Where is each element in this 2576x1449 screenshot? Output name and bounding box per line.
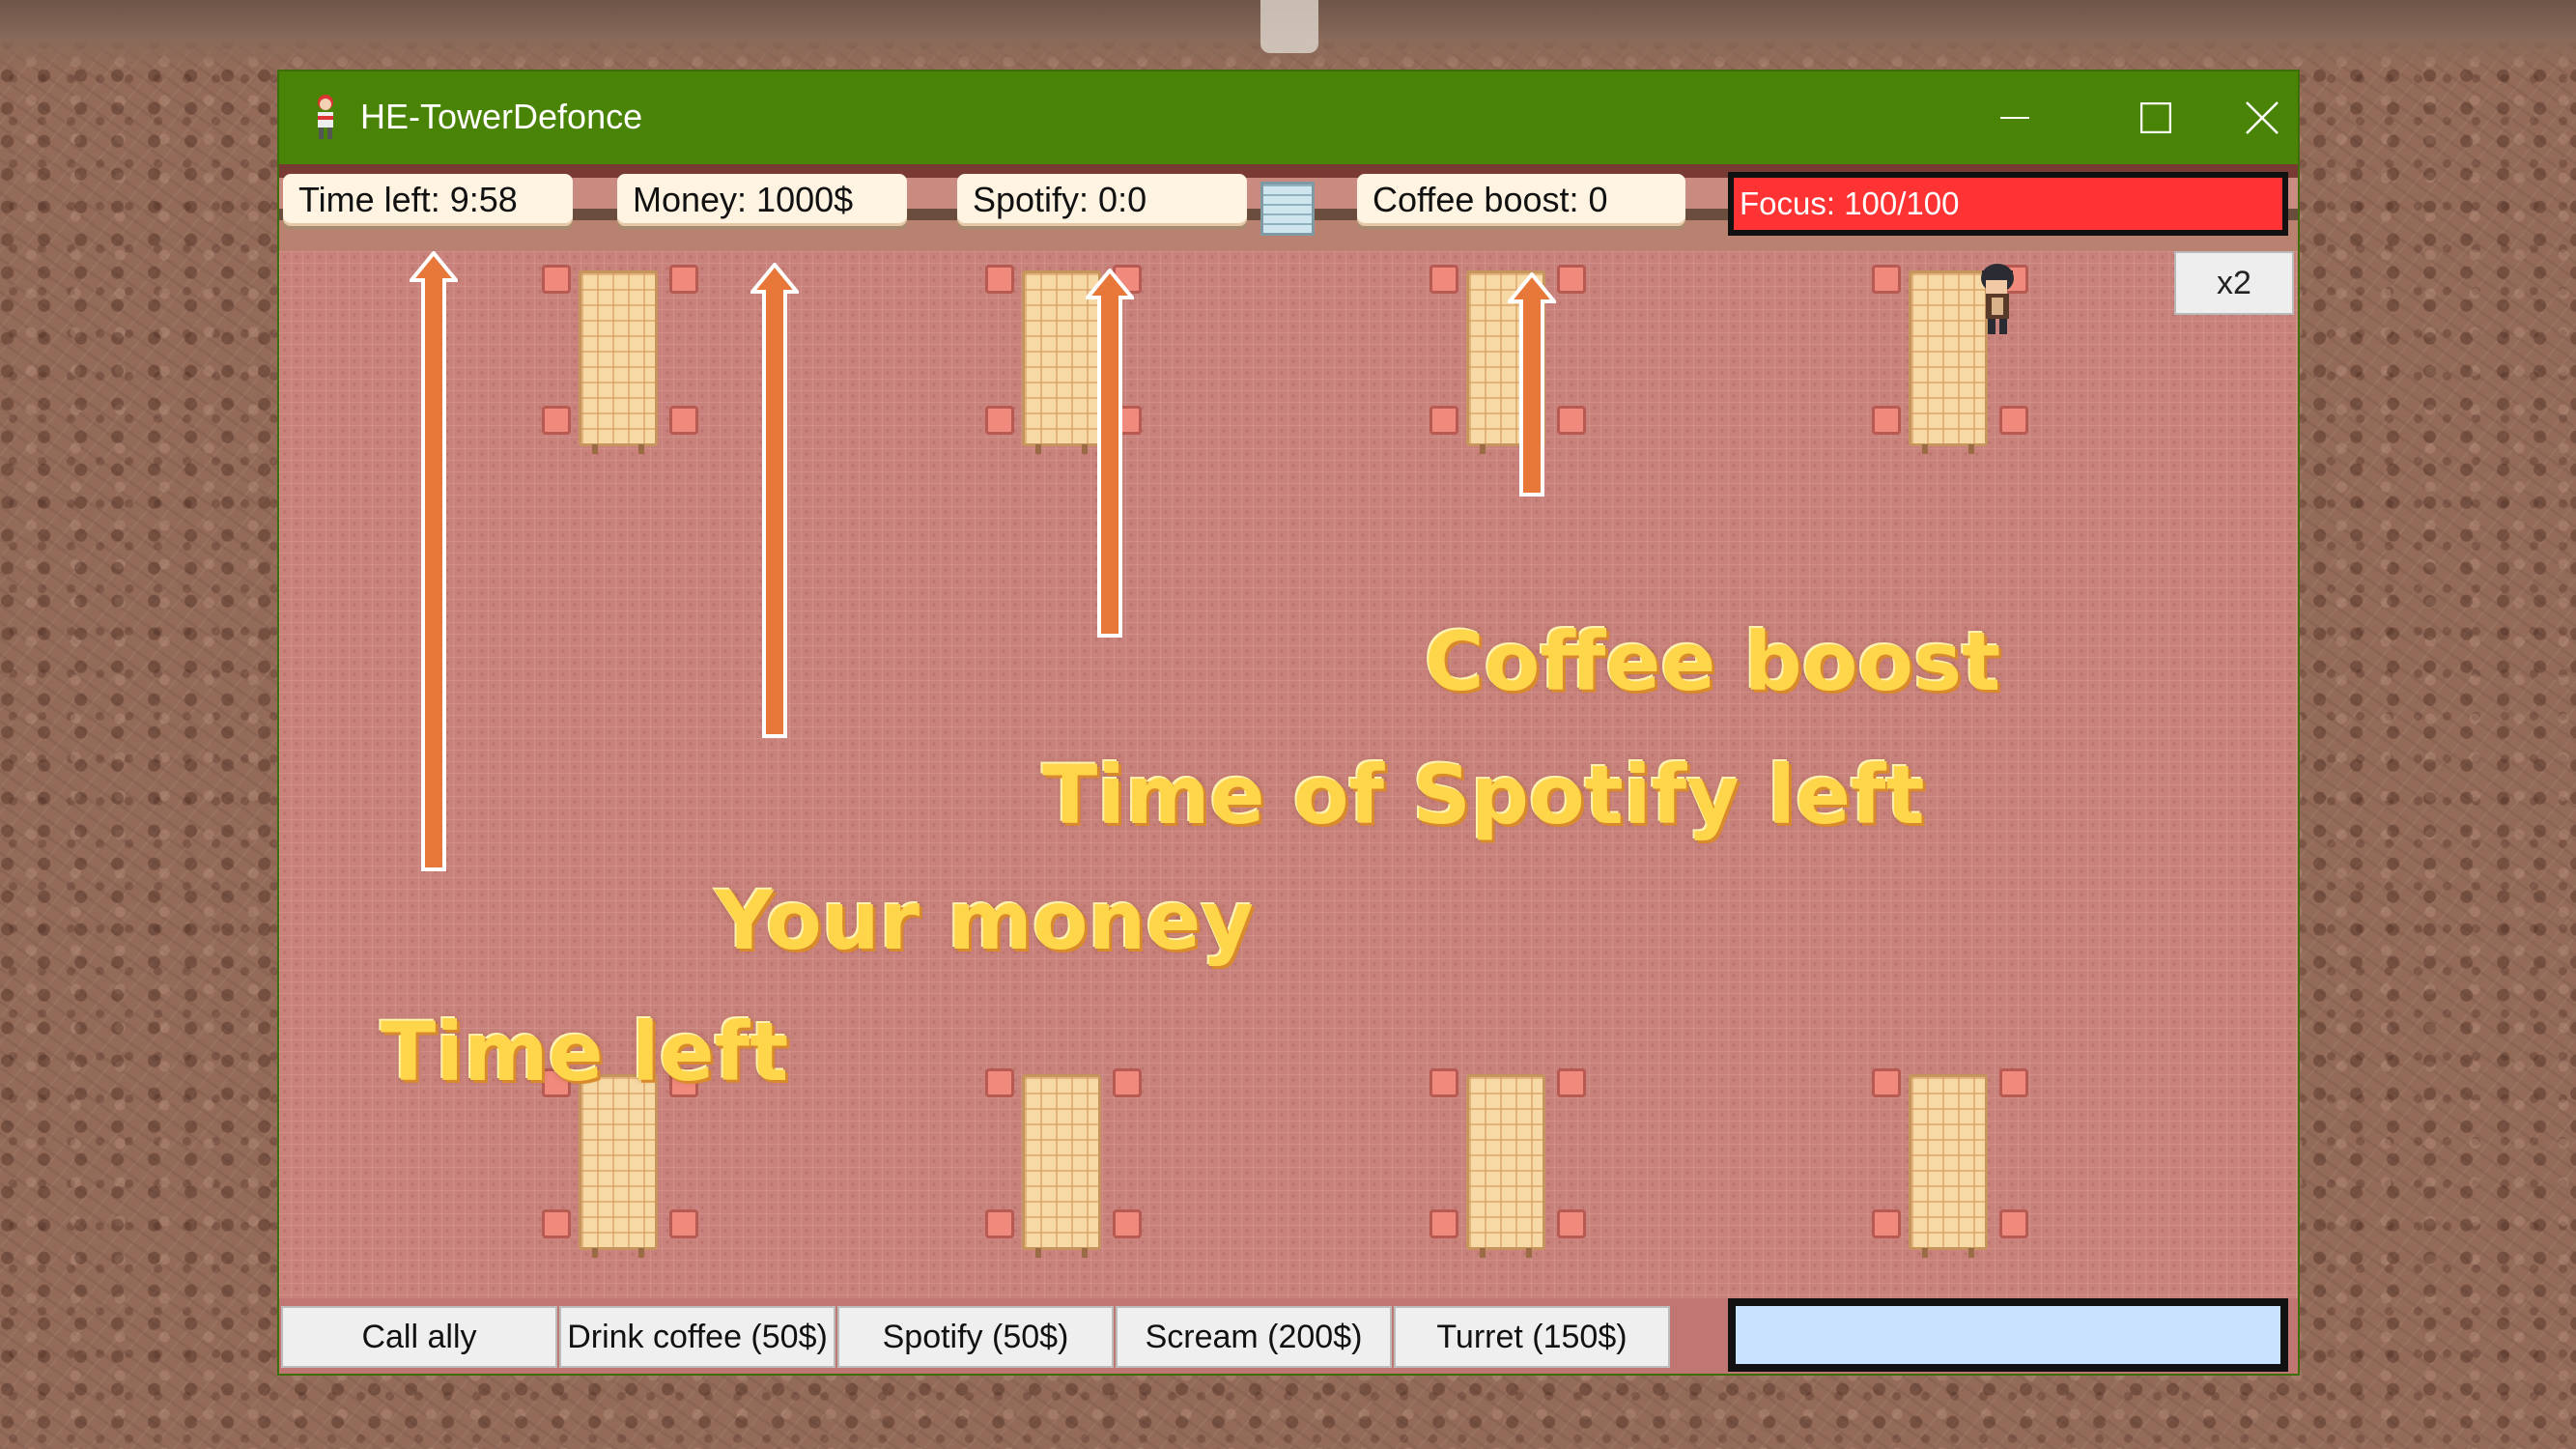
- chair: [542, 406, 571, 435]
- chair: [1557, 1209, 1586, 1238]
- chair: [1430, 406, 1458, 435]
- chair: [1872, 406, 1901, 435]
- table-leg: [1480, 1248, 1486, 1258]
- table-top: [1022, 1074, 1101, 1250]
- table-leg: [1035, 444, 1041, 454]
- spotify-arrow: [1086, 269, 1134, 638]
- chair: [1557, 406, 1586, 435]
- player-character-icon[interactable]: [1974, 263, 2021, 338]
- chair: [542, 265, 571, 294]
- chair: [1557, 265, 1586, 294]
- chair: [1557, 1068, 1586, 1097]
- table-leg: [592, 1248, 598, 1258]
- table-leg: [1480, 444, 1486, 454]
- turret-button[interactable]: Turret (150$): [1394, 1306, 1670, 1368]
- chair: [669, 265, 698, 294]
- title-bar[interactable]: HE-TowerDefonce: [279, 71, 2298, 164]
- game-app-icon: [318, 95, 333, 139]
- window-title: HE-TowerDefonce: [360, 97, 643, 136]
- maximize-button[interactable]: [2085, 71, 2226, 164]
- table: [1426, 1065, 1590, 1258]
- focus-value: 100/100: [1844, 185, 1960, 221]
- table-top: [1909, 1074, 1988, 1250]
- table-top: [579, 270, 658, 446]
- game-floor[interactable]: Coffee boost Time of Spotify left Your m…: [279, 251, 2298, 1298]
- chair: [1999, 406, 2028, 435]
- chair: [985, 1209, 1014, 1238]
- focus-label: Focus:: [1740, 185, 1845, 221]
- money-arrow: [750, 263, 799, 738]
- command-input[interactable]: [1728, 1298, 2288, 1372]
- coffee-boost-arrow: [1508, 272, 1556, 497]
- table-leg: [592, 444, 598, 454]
- chair: [1430, 1209, 1458, 1238]
- chair: [1999, 1209, 2028, 1238]
- table-leg: [1968, 444, 1974, 454]
- maximize-icon: [2140, 102, 2171, 133]
- minimize-button[interactable]: [1944, 71, 2085, 164]
- chair: [669, 1209, 698, 1238]
- table-top: [1466, 1074, 1545, 1250]
- table-leg: [638, 1248, 644, 1258]
- focus-bar-fill: Focus: 100/100: [1734, 178, 2282, 230]
- game-window: HE-TowerDefonce Time left: 9:58 Money: 1…: [279, 71, 2298, 1374]
- table-leg: [1526, 1248, 1532, 1258]
- table: [981, 1065, 1146, 1258]
- coffee-boost-display: Coffee boost: 0: [1357, 174, 1685, 226]
- chair: [1430, 1068, 1458, 1097]
- chair: [985, 265, 1014, 294]
- chair: [669, 406, 698, 435]
- chair: [1999, 1068, 2028, 1097]
- action-bar: Call ally Drink coffee (50$) Spotify (50…: [279, 1298, 2298, 1374]
- time-left-annotation: Time left: [381, 1005, 789, 1099]
- chair: [985, 1068, 1014, 1097]
- table: [538, 261, 702, 454]
- table-top: [579, 1074, 658, 1250]
- chair: [1872, 1209, 1901, 1238]
- focus-bar: Focus: 100/100: [1728, 172, 2288, 236]
- minimize-icon: [2000, 117, 2029, 119]
- wall-window: [1260, 182, 1315, 236]
- chair: [1430, 265, 1458, 294]
- table-leg: [1922, 444, 1928, 454]
- table: [1868, 1065, 2032, 1258]
- chair: [542, 1209, 571, 1238]
- chair: [1113, 1068, 1142, 1097]
- chair: [985, 406, 1014, 435]
- close-button[interactable]: [2226, 71, 2298, 164]
- chair: [1872, 1068, 1901, 1097]
- table-leg: [1082, 1248, 1088, 1258]
- chair: [1113, 1209, 1142, 1238]
- drink-coffee-button[interactable]: Drink coffee (50$): [559, 1306, 835, 1368]
- table-leg: [1922, 1248, 1928, 1258]
- coffee-boost-annotation: Coffee boost: [1425, 614, 2001, 709]
- background-knob: [1260, 0, 1318, 53]
- table-leg: [1035, 1248, 1041, 1258]
- spotify-button[interactable]: Spotify (50$): [837, 1306, 1114, 1368]
- money-display: Money: 1000$: [617, 174, 907, 226]
- table-leg: [1968, 1248, 1974, 1258]
- speed-x2-button[interactable]: x2: [2174, 251, 2294, 315]
- scream-button[interactable]: Scream (200$): [1116, 1306, 1392, 1368]
- spotify-annotation: Time of Spotify left: [1042, 748, 1925, 842]
- hud-bar: Time left: 9:58 Money: 1000$ Spotify: 0:…: [279, 164, 2298, 251]
- call-ally-button[interactable]: Call ally: [281, 1306, 557, 1368]
- money-annotation: Your money: [715, 873, 1255, 968]
- close-icon: [2246, 101, 2279, 134]
- time-left-arrow: [410, 251, 458, 871]
- table-leg: [638, 444, 644, 454]
- spotify-display: Spotify: 0:0: [957, 174, 1247, 226]
- chair: [1872, 265, 1901, 294]
- time-left-display: Time left: 9:58: [283, 174, 573, 226]
